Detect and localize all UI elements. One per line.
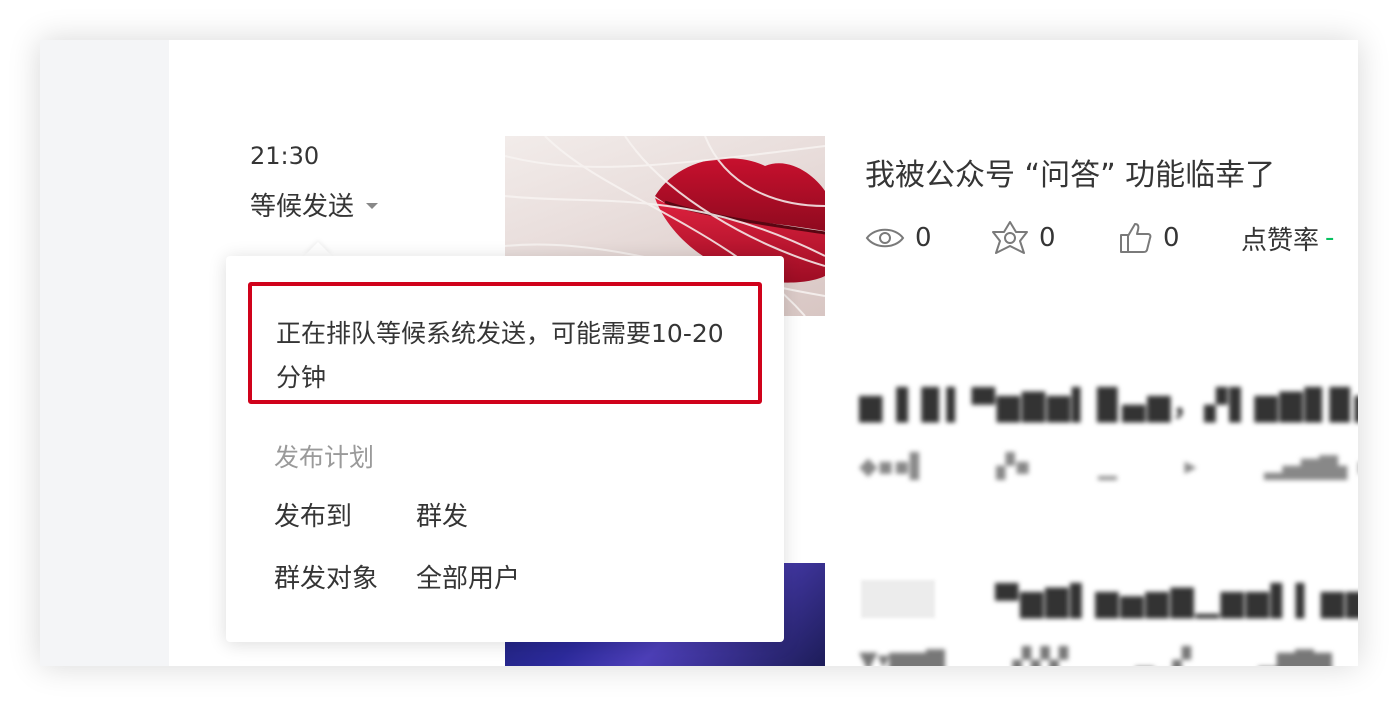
publish-to-row: 发布到 群发 bbox=[274, 496, 468, 533]
publish-plan-heading: 发布计划 bbox=[274, 443, 375, 472]
caret-down-icon bbox=[366, 202, 379, 209]
article-title[interactable]: 我被公众号 “问答” 功能临幸了 bbox=[865, 150, 1275, 194]
redacted-title: ▆ ▌▊▍▀▆▇▆▍▉▄▆，▞▌▆▇▊▉▆▌▆▉▍ bbox=[859, 388, 1358, 423]
views-count: 0 bbox=[915, 223, 932, 253]
article-stats: 0 0 0 点赞率 - bbox=[865, 220, 1334, 256]
publish-to-label: 发布到 bbox=[274, 502, 353, 532]
queue-notice: 正在排队等候系统发送，可能需要10-20分钟 bbox=[248, 282, 762, 404]
status-dropdown[interactable]: 等候发送 bbox=[250, 186, 379, 223]
audience-value: 全部用户 bbox=[416, 564, 521, 594]
publish-to-value: 群发 bbox=[416, 502, 469, 532]
like-rate-stat: 点赞率 - bbox=[1241, 220, 1334, 257]
likes-count: 0 bbox=[1163, 223, 1180, 253]
shares-count: 0 bbox=[1039, 223, 1056, 253]
thumbs-up-icon bbox=[1120, 223, 1152, 253]
redacted-tag bbox=[861, 580, 935, 618]
redacted-stats: ◆▪▪▌ ▞▪ ▁ ▸ ▂▄▆▇▖▪ bbox=[859, 452, 1358, 480]
views-stat: 0 bbox=[865, 223, 991, 253]
like-rate-value: - bbox=[1325, 223, 1335, 253]
scheduled-time: 21:30 bbox=[250, 142, 320, 170]
shares-stat: 0 bbox=[991, 220, 1119, 256]
audience-row: 群发对象 全部用户 bbox=[274, 558, 520, 595]
redacted-stats: ▼▾▆▆▇ ▞▞▞ ▂▁▞ ▂▆▇▆ bbox=[859, 646, 1333, 666]
share-icon bbox=[992, 221, 1028, 254]
status-label: 等候发送 bbox=[250, 192, 355, 222]
audience-label: 群发对象 bbox=[274, 564, 379, 594]
sidebar bbox=[40, 40, 169, 666]
popover-arrow bbox=[304, 242, 332, 256]
like-rate-label: 点赞率 bbox=[1241, 225, 1320, 256]
eye-icon bbox=[865, 228, 905, 248]
likes-stat: 0 bbox=[1119, 221, 1241, 255]
redacted-title: ▀▆▇▌▆▅▆▇▁▆▆▌▍▆▆。▆▌▞ bbox=[995, 584, 1358, 619]
status-popover: 正在排队等候系统发送，可能需要10-20分钟 发布计划 发布到 群发 群发对象 … bbox=[226, 256, 784, 642]
